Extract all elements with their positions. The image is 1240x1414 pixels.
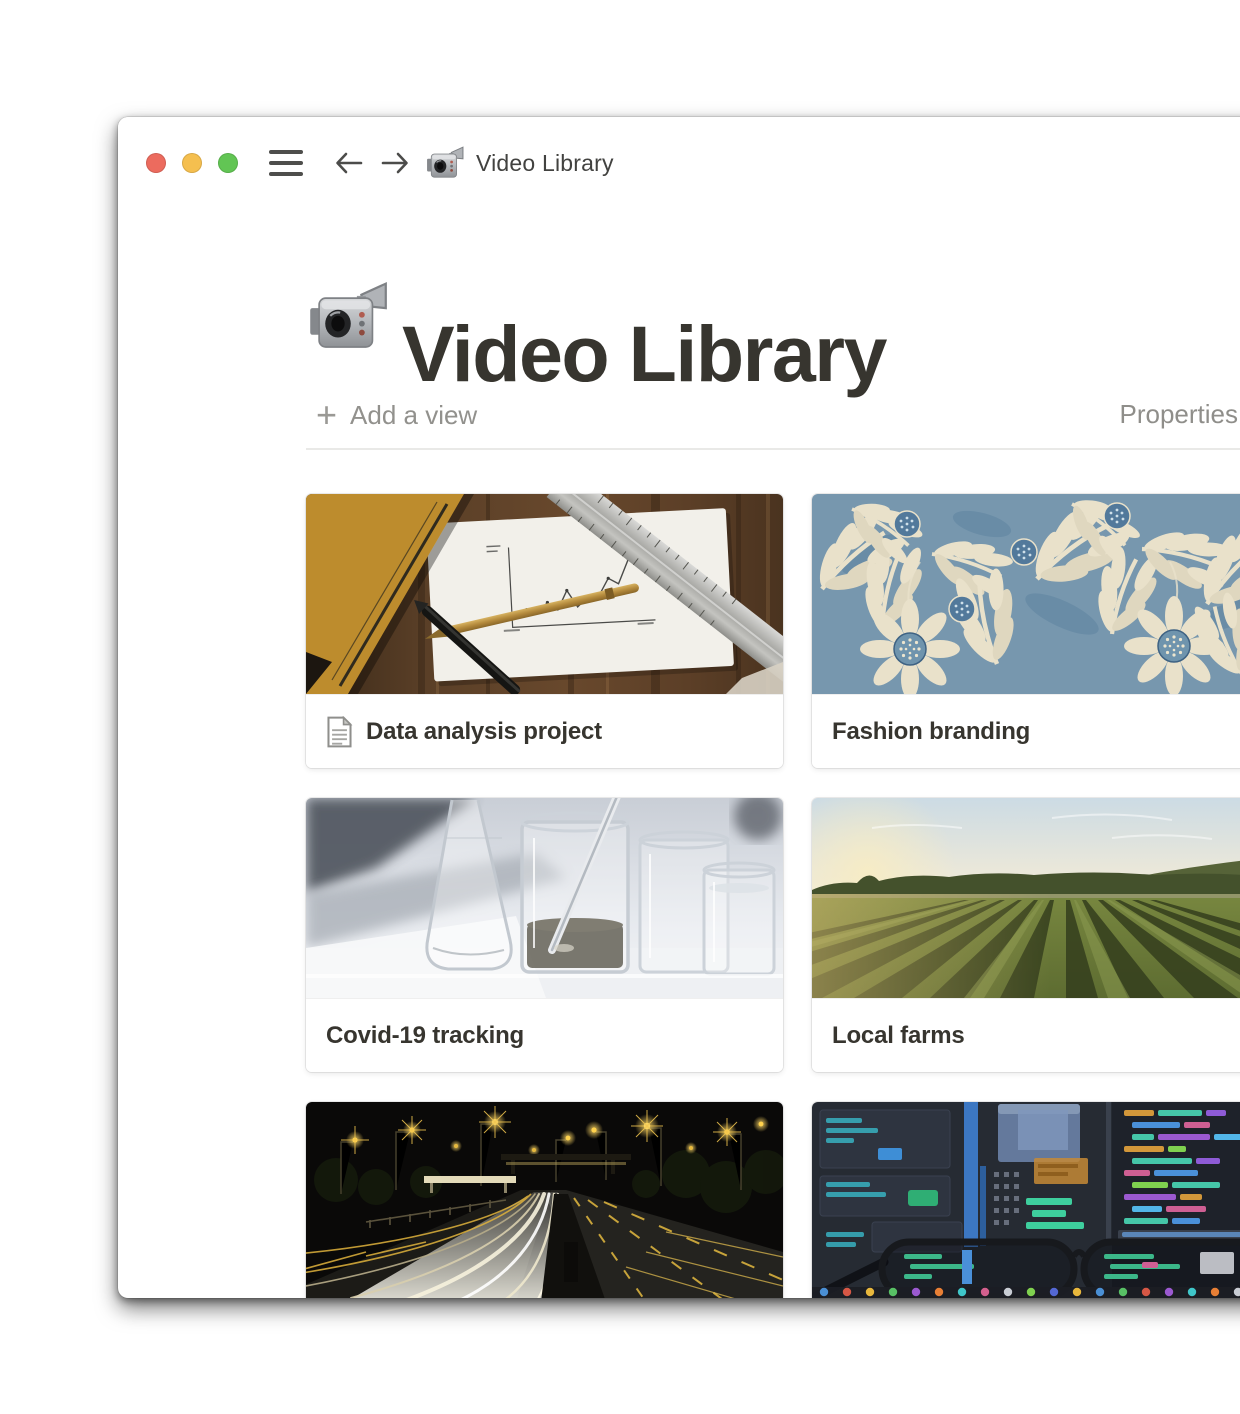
card-title: Covid-19 tracking bbox=[326, 1022, 524, 1050]
card-caption: Local farms bbox=[812, 998, 1240, 1072]
card-caption: Data analysis project bbox=[306, 694, 783, 768]
gallery-card-code-screens[interactable] bbox=[812, 1102, 1240, 1298]
card-image-desk-photo bbox=[306, 494, 783, 694]
document-icon bbox=[326, 716, 353, 748]
card-image-floral-pattern bbox=[812, 494, 1240, 694]
card-caption: Fashion branding bbox=[812, 694, 1240, 768]
hamburger-menu-icon[interactable] bbox=[269, 150, 303, 176]
forward-arrow-icon[interactable] bbox=[380, 149, 410, 177]
card-caption: Covid-19 tracking bbox=[306, 998, 783, 1072]
back-arrow-icon[interactable] bbox=[334, 149, 364, 177]
video-camera-icon bbox=[426, 144, 464, 182]
app-window: Video Library Video Library + Add a view… bbox=[118, 117, 1240, 1298]
page-background: Video Library Video Library + Add a view… bbox=[0, 0, 1240, 1414]
gallery-card-covid-tracking[interactable]: Covid-19 tracking bbox=[306, 798, 783, 1072]
traffic-lights bbox=[146, 153, 238, 173]
card-image-night-highway-photo bbox=[306, 1102, 783, 1298]
page-title-video-camera-icon bbox=[308, 277, 388, 357]
card-image-farm-field-photo bbox=[812, 798, 1240, 998]
card-image-code-monitors-photo bbox=[812, 1102, 1240, 1298]
gallery-card-night-highway[interactable] bbox=[306, 1102, 783, 1298]
window-topbar: Video Library bbox=[118, 117, 1240, 209]
card-title: Data analysis project bbox=[366, 718, 602, 746]
views-toolbar: + Add a view Properties bbox=[118, 395, 1240, 439]
add-view-button[interactable]: + Add a view bbox=[316, 395, 477, 435]
breadcrumb[interactable]: Video Library bbox=[476, 150, 614, 177]
card-image-lab-beakers-photo bbox=[306, 798, 783, 998]
add-view-label: Add a view bbox=[350, 395, 477, 435]
gallery-card-data-analysis[interactable]: Data analysis project bbox=[306, 494, 783, 768]
gallery-card-local-farms[interactable]: Local farms bbox=[812, 798, 1240, 1072]
minimize-window-button[interactable] bbox=[182, 153, 202, 173]
card-title: Local farms bbox=[832, 1022, 965, 1050]
gallery-card-fashion-branding[interactable]: Fashion branding bbox=[812, 494, 1240, 768]
card-title: Fashion branding bbox=[832, 718, 1030, 746]
plus-icon: + bbox=[316, 397, 337, 433]
properties-button[interactable]: Properties bbox=[1076, 399, 1238, 430]
zoom-window-button[interactable] bbox=[218, 153, 238, 173]
page-title[interactable]: Video Library bbox=[402, 314, 886, 393]
close-window-button[interactable] bbox=[146, 153, 166, 173]
toolbar-divider bbox=[306, 448, 1240, 450]
